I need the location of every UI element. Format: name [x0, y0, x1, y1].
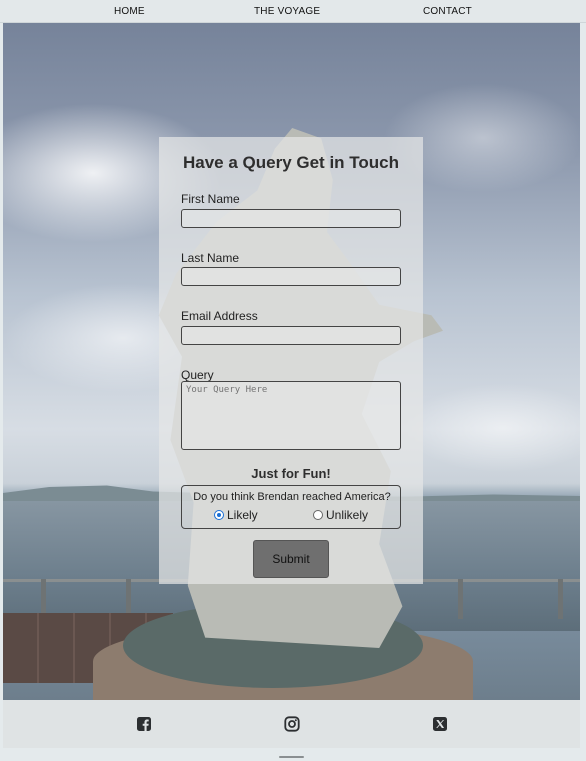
radio-likely[interactable]	[214, 510, 224, 520]
nav-home-link[interactable]: HOME	[114, 6, 145, 17]
contact-form: Have a Query Get in Touch First Name Las…	[159, 137, 423, 584]
query-textarea[interactable]	[181, 381, 401, 450]
option-unlikely-label: Unlikely	[326, 508, 369, 522]
option-unlikely[interactable]: Unlikely	[313, 508, 368, 522]
query-label: Query	[181, 368, 214, 382]
first-name-label: First Name	[181, 192, 240, 206]
footer	[3, 700, 580, 748]
scroll-handle[interactable]	[279, 756, 304, 758]
x-icon[interactable]	[432, 716, 448, 732]
fun-section-title: Just for Fun!	[251, 466, 331, 481]
facebook-icon[interactable]	[136, 716, 152, 732]
email-input[interactable]	[181, 326, 401, 345]
option-likely-label: Likely	[227, 508, 258, 522]
top-nav: HOME THE VOYAGE CONTACT	[0, 0, 586, 23]
last-name-label: Last Name	[181, 251, 240, 265]
form-title: Have a Query Get in Touch	[182, 153, 400, 172]
email-label: Email Address	[181, 309, 258, 323]
radio-unlikely[interactable]	[313, 510, 323, 520]
first-name-input[interactable]	[181, 209, 401, 228]
option-likely[interactable]: Likely	[214, 508, 258, 522]
nav-voyage-link[interactable]: THE VOYAGE	[254, 6, 320, 17]
submit-button[interactable]: Submit	[253, 540, 329, 578]
last-name-input[interactable]	[181, 267, 401, 286]
instagram-icon[interactable]	[284, 716, 300, 732]
poll-question: Do you think Brendan reached America?	[193, 491, 391, 503]
nav-contact-link[interactable]: CONTACT	[423, 6, 472, 17]
poll-fieldset: Do you think Brendan reached America? Li…	[181, 485, 401, 529]
